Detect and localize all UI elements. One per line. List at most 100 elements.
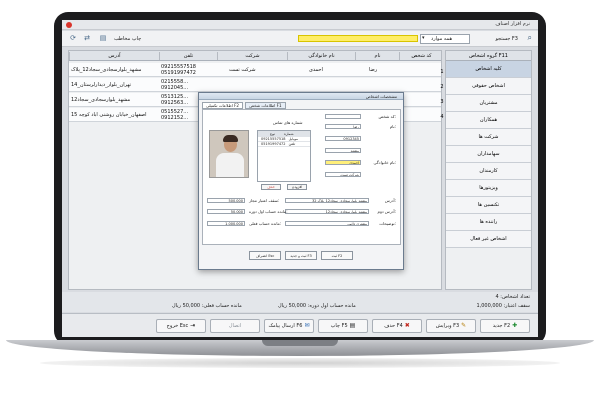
add-phone-button[interactable]: افزودن xyxy=(287,184,307,190)
company-field[interactable]: شرکت تست xyxy=(325,172,361,177)
print-button-label: چاپ F5 xyxy=(330,323,348,329)
dialog-title: مشخصات اشخاص xyxy=(199,93,403,100)
phone-col-type: نوع xyxy=(270,132,275,136)
col-family[interactable]: نام خانوادگی xyxy=(287,52,355,60)
phone-type: موبایل xyxy=(288,137,298,141)
phone-col-number: شماره xyxy=(284,132,294,136)
group-panel-header: گروه اشخاص F11 xyxy=(446,51,531,61)
phone-row[interactable]: 05191997472 تلفن xyxy=(258,142,310,147)
cell-address: اصفهان_خیابان روشنی آباد کوچه 15 xyxy=(71,112,147,118)
group-item-shareholders[interactable]: سهامداران xyxy=(446,146,531,163)
phone-heading: شماره های تماس xyxy=(273,120,303,125)
name-field[interactable]: رضا xyxy=(325,124,361,129)
city-field[interactable]: مشهد xyxy=(325,148,361,153)
col-company[interactable]: شرکت xyxy=(217,52,287,60)
refresh-icon[interactable]: ⟳ xyxy=(68,34,78,43)
edit-button[interactable]: ویرایش F3 ✎ xyxy=(426,319,476,333)
opening-balance: مانده حساب اول دوره: 50,000 ریال xyxy=(278,303,356,309)
name-label: نام: xyxy=(389,124,396,129)
printer-icon: ▤ xyxy=(349,322,356,329)
photo-hair xyxy=(223,135,238,142)
filter-select[interactable]: همه موارد xyxy=(420,34,470,44)
table-row[interactable]: مشهد_بلوارسجادی_سجاد12_پلاک 09215557518 … xyxy=(69,63,441,77)
totals-bar: تعداد اشخاص: 4 سقف اعتبار: 1,000,000 مان… xyxy=(62,292,538,312)
group-item-legal[interactable]: اشخاص حقوقی xyxy=(446,78,531,95)
advanced-button[interactable]: اتصال xyxy=(210,319,260,333)
dialog-buttons: ثبت F2 ثبت و جدید F3 انصراف Esc xyxy=(199,251,405,265)
group-item-employees[interactable]: کارمندان xyxy=(446,163,531,180)
tab-person-info[interactable]: اطلاعات شخص F1 xyxy=(245,102,286,109)
advanced-button-label: اتصال xyxy=(228,323,242,329)
person-photo[interactable] xyxy=(209,130,249,178)
print-button[interactable]: چاپ F5 ▤ xyxy=(318,319,368,333)
close-icon[interactable] xyxy=(66,22,72,28)
cell-name: رضا xyxy=(369,67,378,73)
exit-button[interactable]: خروج Esc ⇥ xyxy=(156,319,206,333)
group-panel: گروه اشخاص F11 کلیه اشخاص اشخاص حقوقی مش… xyxy=(445,50,532,290)
address-label: آدرس: xyxy=(384,198,396,203)
action-bar: جدید F2 ✚ ویرایش F3 ✎ حذف F4 ✖ چاپ F5 ▤ ارسا… xyxy=(62,313,538,337)
pencil-icon: ✎ xyxy=(461,322,467,329)
address-field[interactable]: مشهد_بلوارسجادی_سجاد12_پلاک 32 xyxy=(285,198,369,203)
col-phone[interactable]: تلفن xyxy=(159,52,217,60)
delete-phone-button[interactable]: حذف xyxy=(261,184,281,190)
current-label: مانده حساب فعلی: xyxy=(249,221,282,226)
delete-icon: ✖ xyxy=(404,322,410,329)
col-address[interactable]: آدرس xyxy=(69,52,159,60)
dialog-body: شماره های تماس شماره نوع 09215557518 موب… xyxy=(202,109,401,245)
balance-field[interactable]: 50,000 xyxy=(207,209,245,214)
cell-address: مشهد_بلوارسجادی_سجاد12 xyxy=(71,97,131,103)
group-item-colleagues[interactable]: همکاران xyxy=(446,112,531,129)
cell-family: احمدی xyxy=(309,67,323,73)
group-item-inactive[interactable]: اشخاص غیر فعال xyxy=(446,231,531,248)
group-item-drivers[interactable]: راننده ها xyxy=(446,214,531,231)
balance-label: مانده حساب اول دوره: xyxy=(249,209,288,214)
cell-address: مشهد_بلوارسجادی_سجاد12_پلاک xyxy=(71,67,142,73)
dialog-cancel-button[interactable]: انصراف Esc xyxy=(249,251,281,260)
delete-button[interactable]: حذف F4 ✖ xyxy=(372,319,422,333)
group-item-all[interactable]: کلیه اشخاص xyxy=(446,61,531,78)
back-icon[interactable]: ⇄ xyxy=(82,34,92,43)
search-icon[interactable]: ⌕ xyxy=(528,33,532,43)
message-icon: ✉ xyxy=(304,322,310,329)
current-field[interactable]: 1,000,000 xyxy=(207,221,245,226)
code-field[interactable] xyxy=(325,114,361,119)
group-item-companies[interactable]: شرکت ها xyxy=(446,129,531,146)
title-bar: نرم افزار اصناف xyxy=(62,20,538,30)
group-item-visitors[interactable]: ویزیتورها xyxy=(446,180,531,197)
window-title: نرم افزار اصناف xyxy=(495,21,530,27)
cell-phone2: 05191997472 xyxy=(161,70,196,76)
exit-button-label: خروج Esc xyxy=(166,323,189,329)
credit-field[interactable]: 500,000 xyxy=(207,198,245,203)
national-field[interactable]: 0912345 xyxy=(325,136,361,141)
cell-address: تهران_بلوار_دیدارلرستان_14 xyxy=(71,82,132,88)
group-item-technicians[interactable]: تکنسین ها xyxy=(446,197,531,214)
address2-label: آدرس دوم: xyxy=(377,209,396,214)
print-icon[interactable]: ▤ xyxy=(98,34,108,43)
dialog-save-new-button[interactable]: ثبت و جدید F3 xyxy=(285,251,317,260)
report-button[interactable]: چاپ مخاطب xyxy=(110,34,145,44)
col-name[interactable]: نام xyxy=(355,52,399,60)
credit-label: سقف اعتبار مجاز: xyxy=(249,198,280,203)
app-screen: نرم افزار اصناف ⟳ ⇄ ▤ چاپ مخاطب همه موار… xyxy=(62,20,538,337)
address2-field[interactable]: مشهد_بلوارسجادی_سجاد12 xyxy=(285,209,369,214)
export-button[interactable]: ارسال پیامک F6 ✉ xyxy=(264,319,314,333)
new-button[interactable]: جدید F2 ✚ xyxy=(480,319,530,333)
dialog-save-button[interactable]: ثبت F2 xyxy=(321,251,353,260)
plus-icon: ✚ xyxy=(512,322,518,329)
cell-company: شرکت تست xyxy=(229,67,256,73)
photo-body xyxy=(216,153,244,177)
tab-extra-info[interactable]: اطلاعات تکمیلی F2 xyxy=(202,102,243,109)
col-code[interactable]: کد شخص xyxy=(399,52,443,60)
count-label: تعداد اشخاص: 4 xyxy=(495,294,530,300)
dialog-tabs: اطلاعات تکمیلی F2 اطلاعات شخص F1 xyxy=(202,102,287,109)
total-credit: سقف اعتبار: 1,000,000 xyxy=(476,303,530,309)
chevron-down-icon[interactable]: ▾ xyxy=(422,35,425,41)
table-row[interactable]: تهران_بلوار_دیدارلرستان_14 0215558... 09… xyxy=(69,78,441,92)
family-field[interactable]: احمدی xyxy=(325,160,361,165)
group-item-customers[interactable]: مشتریان xyxy=(446,95,531,112)
description-field[interactable]: مشتری دائمی xyxy=(285,221,369,226)
phone-number: 05191997472 xyxy=(261,142,286,146)
delete-button-label: حذف F4 xyxy=(384,323,403,329)
family-label: نام خانوادگی: xyxy=(373,160,396,165)
